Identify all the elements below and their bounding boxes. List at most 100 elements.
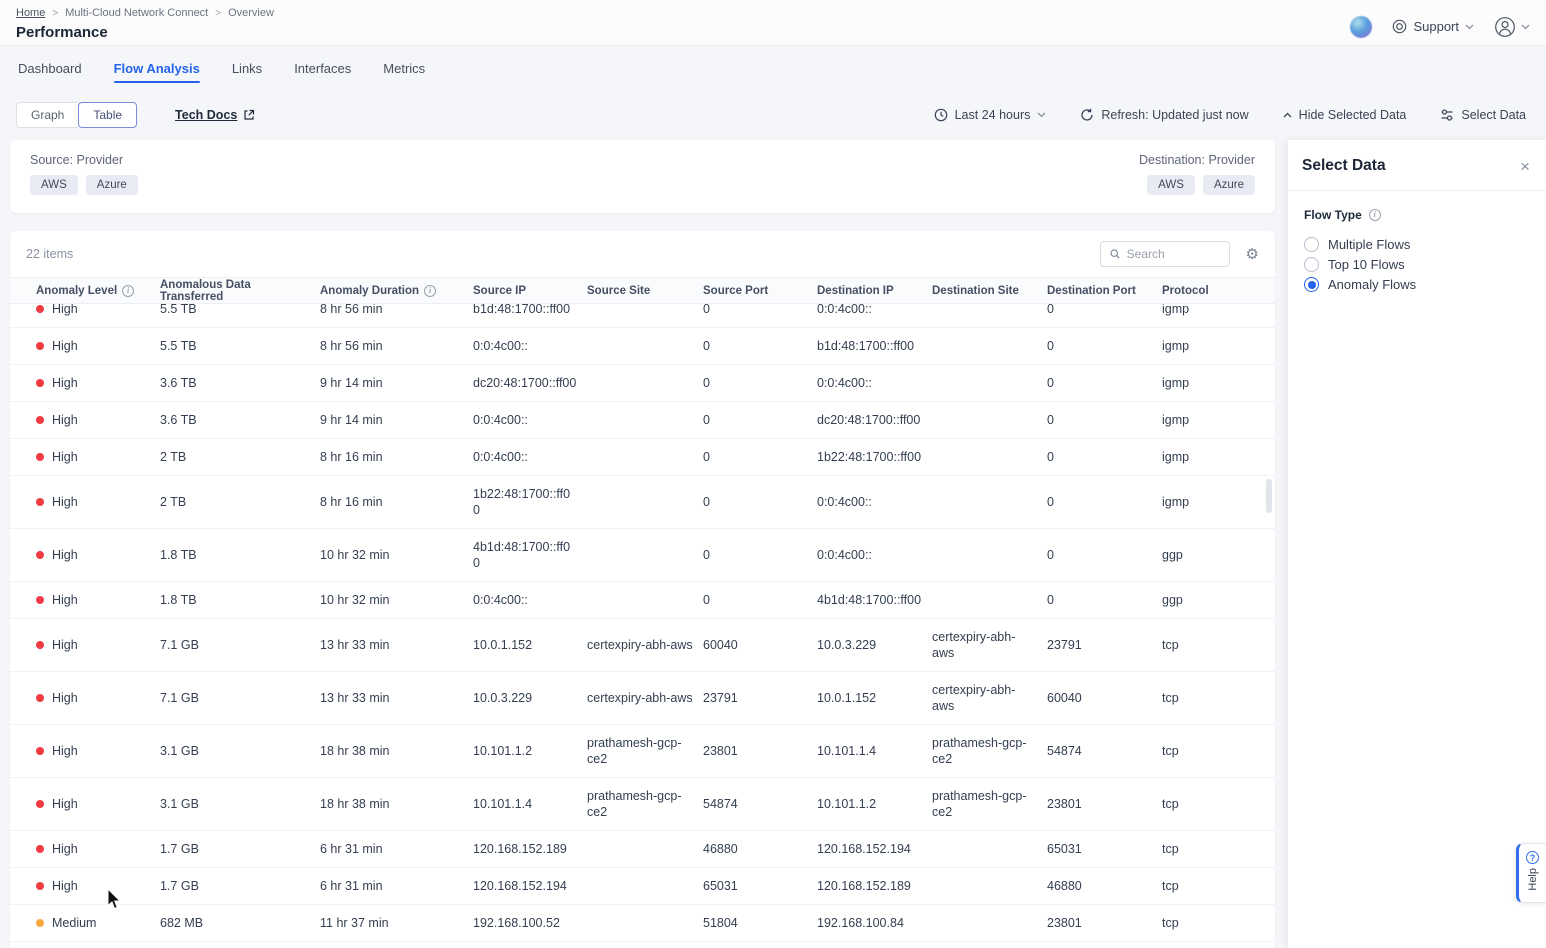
column-header-label: Source IP [473, 285, 526, 297]
table-row[interactable]: High1.8 TB10 hr 32 min0:0:4c00::04b1d:48… [10, 582, 1275, 619]
tab-dashboard[interactable]: Dashboard [18, 46, 82, 90]
table-row[interactable]: High1.7 GB6 hr 31 min120.168.152.1894688… [10, 831, 1275, 868]
column-header: Destination Port [1047, 285, 1162, 297]
table-scrollbar[interactable] [1266, 479, 1272, 513]
help-tab[interactable]: ? Help [1516, 843, 1546, 903]
flow-type-option-label: Anomaly Flows [1328, 277, 1416, 292]
table-row[interactable]: High2 TB8 hr 16 min1b22:48:1700::ff0000:… [10, 476, 1275, 529]
breadcrumb-item[interactable]: Multi-Cloud Network Connect [65, 7, 208, 19]
anomaly-level-cell: High [36, 831, 160, 867]
duration-cell: 9 hr 14 min [320, 365, 473, 401]
destination-site-cell [932, 839, 1047, 859]
tab-interfaces[interactable]: Interfaces [294, 46, 351, 90]
table-row[interactable]: Medium682 MB11 hr 37 min192.168.100.5251… [10, 905, 1275, 942]
destination-site-cell [932, 336, 1047, 356]
source-ip-cell: 10.0.1.152 [473, 627, 587, 663]
hide-selected-data-button[interactable]: Hide Selected Data [1283, 108, 1407, 122]
selected-data-summary: Source: Provider AWSAzure Destination: P… [10, 140, 1275, 213]
tab-flow-analysis[interactable]: Flow Analysis [114, 46, 200, 90]
clock-icon [934, 108, 948, 122]
graph-view-button[interactable]: Graph [16, 102, 78, 128]
search-input[interactable] [1127, 247, 1220, 261]
table-row[interactable]: High5.5 TB8 hr 56 minb1d:48:1700::ff0000… [10, 304, 1275, 328]
table-row[interactable]: High3.6 TB9 hr 14 mindc20:48:1700::ff000… [10, 365, 1275, 402]
source-site-cell [587, 876, 703, 896]
table-row[interactable]: High3.1 GB18 hr 38 min10.101.1.2prathame… [10, 725, 1275, 778]
destination-ip-cell: 0:0:4c00:: [817, 484, 932, 520]
source-ip-cell: 4b1d:48:1700::ff00 [473, 529, 587, 581]
table-row[interactable]: High2 TB8 hr 16 min0:0:4c00::01b22:48:17… [10, 439, 1275, 476]
select-data-label: Select Data [1461, 108, 1526, 122]
flow-type-option-multiple-flows[interactable]: Multiple Flows [1304, 237, 1530, 252]
top-bar: Home>Multi-Cloud Network Connect>Overvie… [0, 0, 1546, 46]
refresh-button[interactable]: Refresh: Updated just now [1080, 108, 1248, 122]
duration-cell: 8 hr 16 min [320, 484, 473, 520]
destination-port-cell: 23791 [1047, 627, 1162, 663]
radio-button[interactable] [1304, 257, 1319, 272]
destination-site-cell [932, 545, 1047, 565]
table-row[interactable]: High1.8 TB10 hr 32 min4b1d:48:1700::ff00… [10, 529, 1275, 582]
destination-ip-cell: 192.168.100.84 [817, 905, 932, 941]
radio-button[interactable] [1304, 277, 1319, 292]
source-ip-cell: 10.101.1.4 [473, 786, 587, 822]
destination-ip-cell: 0:0:4c00:: [817, 365, 932, 401]
column-settings-gear-icon[interactable]: ⚙ [1246, 247, 1259, 262]
flow-type-option-anomaly-flows[interactable]: Anomaly Flows [1304, 277, 1530, 292]
close-icon[interactable]: × [1520, 158, 1530, 175]
duration-cell: 8 hr 16 min [320, 439, 473, 475]
anomaly-level-text: High [52, 338, 78, 354]
anomaly-level-cell: High [36, 328, 160, 364]
anomaly-level-text: High [52, 841, 78, 857]
table-row[interactable]: High1.7 GB6 hr 31 min120.168.152.1946503… [10, 868, 1275, 905]
table-row[interactable]: High3.6 TB9 hr 14 min0:0:4c00::0dc20:48:… [10, 402, 1275, 439]
provider-chip-azure[interactable]: Azure [1203, 175, 1255, 195]
destination-site-cell: prathamesh-gcp-ce2 [932, 725, 1047, 777]
tab-metrics[interactable]: Metrics [383, 46, 425, 90]
protocol-cell: igmp [1162, 439, 1275, 475]
support-menu[interactable]: Support [1392, 19, 1474, 34]
app-root: Home>Multi-Cloud Network Connect>Overvie… [0, 0, 1546, 948]
breadcrumb-item[interactable]: Home [16, 7, 45, 19]
provider-chip-aws[interactable]: AWS [30, 175, 78, 195]
table-row[interactable]: High5.5 TB8 hr 56 min0:0:4c00::0b1d:48:1… [10, 328, 1275, 365]
breadcrumb-separator: > [52, 8, 58, 19]
destination-ip-cell: 0:0:4c00:: [817, 304, 932, 327]
protocol-cell: tcp [1162, 831, 1275, 867]
provider-chip-azure[interactable]: Azure [86, 175, 138, 195]
destination-provider-label: Destination: Provider [1139, 153, 1255, 167]
search-icon [1110, 248, 1120, 260]
user-menu[interactable] [1494, 16, 1530, 38]
source-ip-cell: 0:0:4c00:: [473, 582, 587, 618]
breadcrumb: Home>Multi-Cloud Network Connect>Overvie… [16, 6, 274, 20]
radio-button[interactable] [1304, 237, 1319, 252]
breadcrumb-item[interactable]: Overview [228, 7, 274, 19]
source-port-cell: 0 [703, 582, 817, 618]
duration-cell: 11 hr 37 min [320, 942, 473, 948]
table-row[interactable]: High7.1 GB13 hr 33 min10.0.1.152certexpi… [10, 619, 1275, 672]
tech-docs-link[interactable]: Tech Docs [175, 108, 255, 122]
anomaly-level-text: High [52, 375, 78, 391]
duration-cell: 6 hr 31 min [320, 831, 473, 867]
search-box [1100, 241, 1230, 267]
anomaly-level-dot [36, 551, 44, 559]
lifebuoy-icon [1392, 19, 1407, 34]
provider-chip-aws[interactable]: AWS [1147, 175, 1195, 195]
anomaly-level-cell: High [36, 439, 160, 475]
anomaly-level-cell: Medium [36, 942, 160, 948]
destination-ip-cell: 10.101.1.2 [817, 786, 932, 822]
table-view-button[interactable]: Table [78, 102, 137, 128]
select-data-button[interactable]: Select Data [1440, 108, 1526, 122]
flow-type-option-top-10-flows[interactable]: Top 10 Flows [1304, 257, 1530, 272]
destination-port-cell: 23801 [1047, 786, 1162, 822]
tab-links[interactable]: Links [232, 46, 262, 90]
destination-ip-cell: dc20:48:1700::ff00 [817, 402, 932, 438]
destination-port-cell: 65031 [1047, 831, 1162, 867]
source-port-cell: 54874 [703, 786, 817, 822]
time-range-selector[interactable]: Last 24 hours [934, 108, 1047, 122]
view-toggle: Graph Table [16, 102, 137, 128]
table-row[interactable]: High7.1 GB13 hr 33 min10.0.3.229certexpi… [10, 672, 1275, 725]
table-row[interactable]: Medium682 MB11 hr 37 min192.168.100.8423… [10, 942, 1275, 948]
source-site-cell [587, 492, 703, 512]
table-row[interactable]: High3.1 GB18 hr 38 min10.101.1.4prathame… [10, 778, 1275, 831]
source-site-cell: prathamesh-gcp-ce2 [587, 778, 703, 830]
